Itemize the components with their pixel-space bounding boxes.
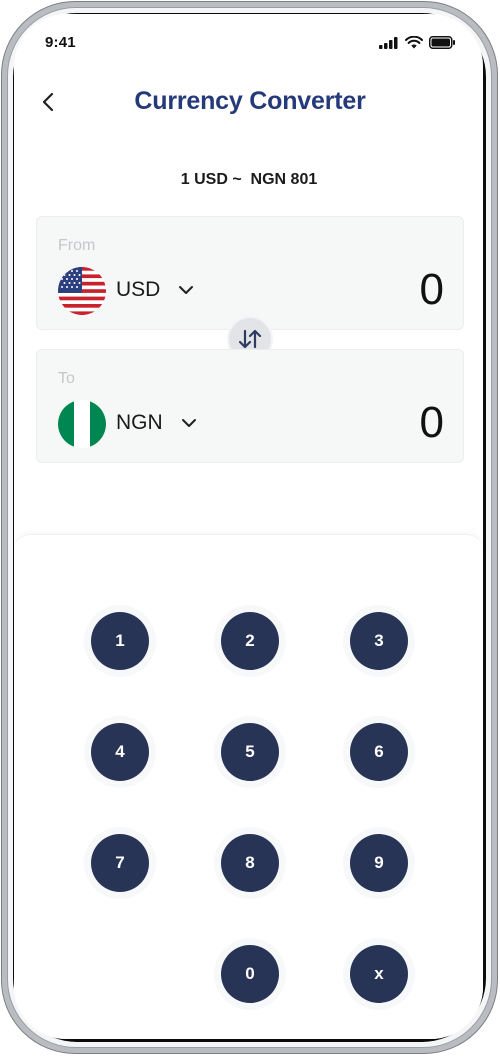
keypad-key-wrap: x [343,938,415,1010]
keypad-key-wrap: 7 [84,827,156,899]
page-title: Currency Converter [134,87,366,115]
keypad-key-wrap: 1 [84,605,156,677]
us-flag-icon [58,267,106,315]
keypad: 1 2 3 4 5 6 7 8 9 0 x [14,534,483,1039]
to-currency-card: To NGN 0 [36,349,464,463]
wifi-icon [405,36,423,49]
swap-icon [238,329,262,349]
to-amount: 0 [419,398,444,447]
key-0[interactable]: 0 [221,945,279,1003]
from-currency-card: From USD 0 [36,216,464,330]
to-currency-select[interactable]: NGN [116,411,197,435]
keypad-key-wrap: 4 [84,716,156,788]
key-4[interactable]: 4 [91,723,149,781]
key-2[interactable]: 2 [221,612,279,670]
key-9[interactable]: 9 [350,834,408,892]
from-currency-select[interactable]: USD [116,278,194,302]
keypad-key-wrap: 6 [343,716,415,788]
status-icons [379,36,456,49]
keypad-key-wrap: 5 [214,716,286,788]
keypad-key-wrap: 8 [214,827,286,899]
from-label: From [58,237,96,254]
keypad-key-wrap: 9 [343,827,415,899]
status-time: 9:41 [45,34,76,51]
clear-key[interactable]: x [350,945,408,1003]
keypad-key-wrap: 2 [214,605,286,677]
keypad-key-wrap: 3 [343,605,415,677]
exchange-rate-text: 1 USD ~ NGN 801 [180,171,318,188]
key-7[interactable]: 7 [91,834,149,892]
status-bar: 9:41 [14,14,483,60]
key-1[interactable]: 1 [91,612,149,670]
to-label: To [58,370,75,387]
chevron-down-icon [181,418,197,428]
to-currency-code: NGN [116,411,163,434]
app-screen: 9:41 Currency Converter 1 USD ~ NGN 801 … [14,14,483,1039]
key-3[interactable]: 3 [350,612,408,670]
key-5[interactable]: 5 [221,723,279,781]
key-6[interactable]: 6 [350,723,408,781]
key-8[interactable]: 8 [221,834,279,892]
nigeria-flag-icon [58,400,106,448]
keypad-key-wrap: 0 [214,938,286,1010]
from-currency-code: USD [116,278,161,301]
from-amount: 0 [419,265,444,314]
chevron-down-icon [178,285,194,295]
signal-icon [379,36,398,49]
battery-icon [429,36,455,49]
